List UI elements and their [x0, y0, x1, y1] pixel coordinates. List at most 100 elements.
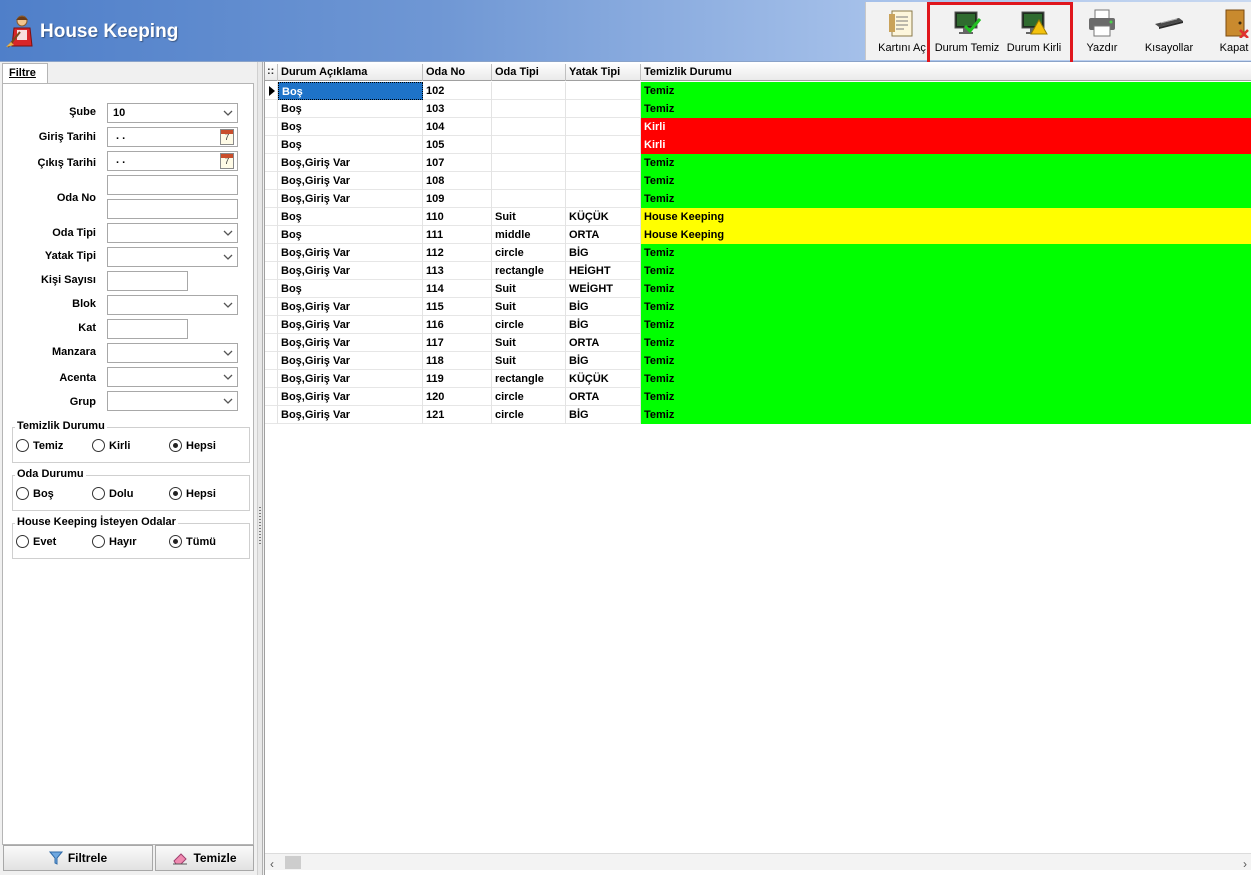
- cell-durum-aciklama[interactable]: Boş,Giriş Var: [278, 406, 423, 424]
- cell-oda-tipi[interactable]: circle: [492, 244, 566, 262]
- cell-temizlik-durumu[interactable]: House Keeping: [641, 208, 1251, 226]
- row-indicator[interactable]: [265, 388, 278, 406]
- cell-temizlik-durumu[interactable]: Temiz: [641, 190, 1251, 208]
- cikis-tarihi-field[interactable]: . . 7: [107, 151, 238, 171]
- table-row[interactable]: Boş,Giriş Var 116 circle BİG Temiz: [265, 316, 1251, 334]
- row-indicator[interactable]: [265, 370, 278, 388]
- cell-durum-aciklama[interactable]: Boş: [278, 208, 423, 226]
- oda-tipi-select[interactable]: [107, 223, 238, 243]
- cell-oda-no[interactable]: 104: [423, 118, 492, 136]
- cell-durum-aciklama[interactable]: Boş,Giriş Var: [278, 334, 423, 352]
- cell-durum-aciklama[interactable]: Boş,Giriş Var: [278, 370, 423, 388]
- filter-clear-button[interactable]: Temizle: [155, 845, 254, 871]
- table-row[interactable]: Boş 104 Kirli: [265, 118, 1251, 136]
- table-row[interactable]: Boş,Giriş Var 120 circle ORTA Temiz: [265, 388, 1251, 406]
- cell-yatak-tipi[interactable]: BİG: [566, 352, 641, 370]
- row-indicator[interactable]: [265, 334, 278, 352]
- cell-oda-no[interactable]: 113: [423, 262, 492, 280]
- scroll-thumb[interactable]: [285, 856, 301, 869]
- cell-oda-tipi[interactable]: Suit: [492, 280, 566, 298]
- cell-durum-aciklama[interactable]: Boş,Giriş Var: [278, 244, 423, 262]
- cell-yatak-tipi[interactable]: WEİGHT: [566, 280, 641, 298]
- table-row[interactable]: Boş 110 Suit KÜÇÜK House Keeping: [265, 208, 1251, 226]
- kisi-sayisi-input[interactable]: [107, 271, 188, 291]
- row-indicator[interactable]: [265, 406, 278, 424]
- cell-oda-no[interactable]: 109: [423, 190, 492, 208]
- radio-evet[interactable]: Evet: [16, 535, 56, 548]
- cell-durum-aciklama[interactable]: Boş,Giriş Var: [278, 262, 423, 280]
- table-row[interactable]: Boş 114 Suit WEİGHT Temiz: [265, 280, 1251, 298]
- row-indicator[interactable]: [265, 352, 278, 370]
- row-indicator[interactable]: [265, 82, 278, 100]
- tab-filter[interactable]: Filtre: [2, 63, 48, 84]
- cell-yatak-tipi[interactable]: BİG: [566, 406, 641, 424]
- cell-yatak-tipi[interactable]: BİG: [566, 316, 641, 334]
- sube-select[interactable]: 10: [107, 103, 238, 123]
- table-row[interactable]: Boş,Giriş Var 108 Temiz: [265, 172, 1251, 190]
- cell-yatak-tipi[interactable]: [566, 154, 641, 172]
- cell-temizlik-durumu[interactable]: Temiz: [641, 370, 1251, 388]
- cell-oda-tipi[interactable]: [492, 136, 566, 154]
- table-row[interactable]: Boş,Giriş Var 117 Suit ORTA Temiz: [265, 334, 1251, 352]
- cell-oda-tipi[interactable]: Suit: [492, 298, 566, 316]
- radio-oda-hepsi[interactable]: Hepsi: [169, 487, 216, 500]
- cell-durum-aciklama[interactable]: Boş,Giriş Var: [278, 352, 423, 370]
- cell-oda-no[interactable]: 114: [423, 280, 492, 298]
- scroll-right-icon[interactable]: ›: [1243, 857, 1247, 871]
- row-indicator[interactable]: [265, 298, 278, 316]
- cell-yatak-tipi[interactable]: ORTA: [566, 388, 641, 406]
- table-row[interactable]: Boş 103 Temiz: [265, 100, 1251, 118]
- table-row[interactable]: Boş,Giriş Var 115 Suit BİG Temiz: [265, 298, 1251, 316]
- cell-temizlik-durumu[interactable]: Temiz: [641, 334, 1251, 352]
- horizontal-scrollbar[interactable]: ‹ ›: [265, 853, 1251, 871]
- row-indicator[interactable]: [265, 100, 278, 118]
- cell-oda-tipi[interactable]: circle: [492, 406, 566, 424]
- radio-bos[interactable]: Boş: [16, 487, 54, 500]
- cell-durum-aciklama[interactable]: Boş: [278, 280, 423, 298]
- cell-oda-tipi[interactable]: Suit: [492, 208, 566, 226]
- cell-yatak-tipi[interactable]: ORTA: [566, 226, 641, 244]
- cell-oda-tipi[interactable]: rectangle: [492, 370, 566, 388]
- kat-input[interactable]: [107, 319, 188, 339]
- cell-oda-tipi[interactable]: [492, 100, 566, 118]
- radio-hayir[interactable]: Hayır: [92, 535, 137, 548]
- col-header-oda-no[interactable]: Oda No: [423, 64, 492, 81]
- cell-oda-no[interactable]: 107: [423, 154, 492, 172]
- cell-durum-aciklama[interactable]: Boş: [278, 100, 423, 118]
- cell-oda-no[interactable]: 115: [423, 298, 492, 316]
- col-header-durum-aciklama[interactable]: Durum Açıklama: [278, 64, 423, 81]
- cell-oda-no[interactable]: 110: [423, 208, 492, 226]
- cell-yatak-tipi[interactable]: [566, 100, 641, 118]
- table-row[interactable]: Boş,Giriş Var 112 circle BİG Temiz: [265, 244, 1251, 262]
- row-indicator[interactable]: [265, 172, 278, 190]
- cell-oda-tipi[interactable]: [492, 118, 566, 136]
- cell-yatak-tipi[interactable]: KÜÇÜK: [566, 208, 641, 226]
- cell-oda-tipi[interactable]: middle: [492, 226, 566, 244]
- cell-durum-aciklama[interactable]: Boş: [278, 226, 423, 244]
- close-button[interactable]: Kapat: [1214, 4, 1251, 58]
- radio-tumu[interactable]: Tümü: [169, 535, 216, 548]
- cell-oda-tipi[interactable]: circle: [492, 388, 566, 406]
- cell-temizlik-durumu[interactable]: House Keeping: [641, 226, 1251, 244]
- blok-select[interactable]: [107, 295, 238, 315]
- cell-yatak-tipi[interactable]: KÜÇÜK: [566, 370, 641, 388]
- col-header-yatak-tipi[interactable]: Yatak Tipi: [566, 64, 641, 81]
- cell-oda-no[interactable]: 105: [423, 136, 492, 154]
- table-row[interactable]: Boş,Giriş Var 107 Temiz: [265, 154, 1251, 172]
- splitter-grip[interactable]: [259, 507, 261, 545]
- table-row[interactable]: Boş 102 Temiz: [265, 82, 1251, 100]
- cell-oda-no[interactable]: 120: [423, 388, 492, 406]
- cell-yatak-tipi[interactable]: [566, 82, 641, 100]
- card-open-button[interactable]: Kartını Aç: [872, 4, 932, 58]
- cell-temizlik-durumu[interactable]: Temiz: [641, 82, 1251, 100]
- oda-no-input-2[interactable]: [107, 199, 238, 219]
- giris-tarihi-field[interactable]: . . 7: [107, 127, 238, 147]
- row-indicator[interactable]: [265, 136, 278, 154]
- radio-kirli[interactable]: Kirli: [92, 439, 130, 452]
- calendar-icon[interactable]: 7: [220, 129, 234, 145]
- cell-durum-aciklama[interactable]: Boş: [278, 136, 423, 154]
- cell-temizlik-durumu[interactable]: Temiz: [641, 154, 1251, 172]
- cell-oda-tipi[interactable]: [492, 154, 566, 172]
- radio-temiz[interactable]: Temiz: [16, 439, 63, 452]
- cell-oda-no[interactable]: 103: [423, 100, 492, 118]
